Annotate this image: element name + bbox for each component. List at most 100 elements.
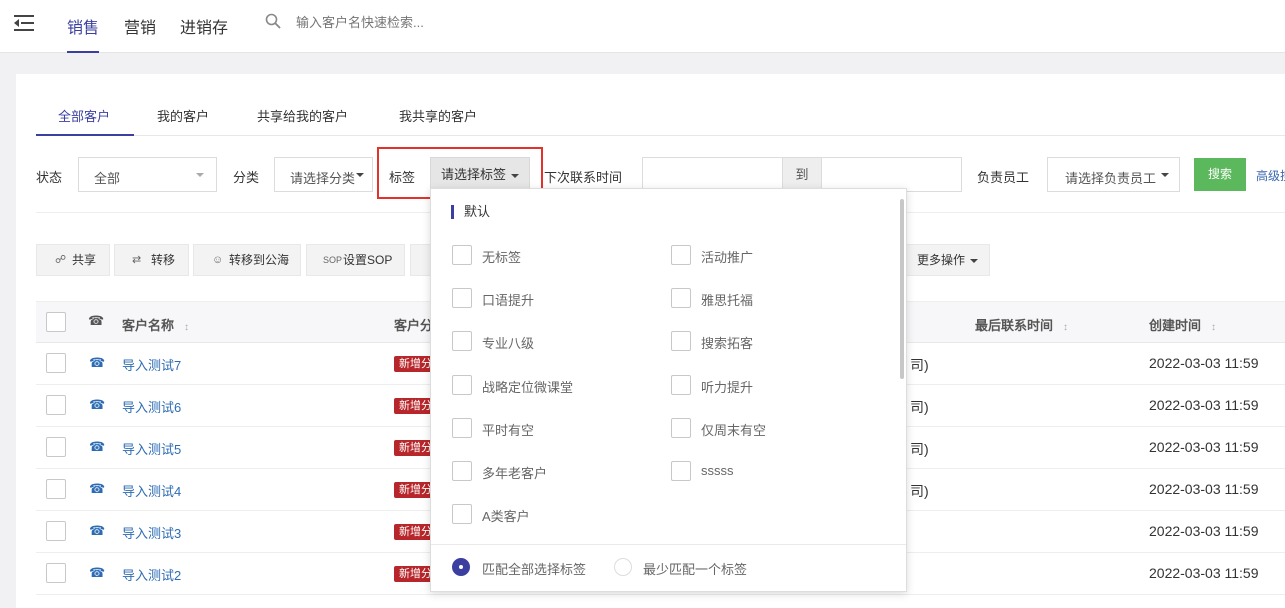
category-value: 请选择分类 <box>290 171 356 186</box>
phone-icon[interactable]: ☎ <box>89 439 105 455</box>
share-icon: ☍ <box>55 254 67 266</box>
tab-shared-by-me[interactable]: 我共享的客户 <box>399 106 477 125</box>
created-time: 2022-03-03 11:59 <box>1149 439 1259 455</box>
next-contact-label: 下次联系时间 <box>544 170 623 185</box>
phone-icon[interactable]: ☎ <box>89 565 105 581</box>
tag-checkbox[interactable] <box>452 331 472 351</box>
tab-my-customers[interactable]: 我的客户 <box>157 106 209 125</box>
nav-tab-inventory[interactable]: 进销存 <box>180 14 228 53</box>
tag-option-label: sssss <box>701 463 734 478</box>
phone-icon[interactable]: ☎ <box>89 397 105 413</box>
column-last-contact[interactable]: 最后联系时间 ↕ <box>975 315 1068 334</box>
column-customer-name-label: 客户名称 <box>122 318 175 333</box>
match-all-label: 匹配全部选择标签 <box>482 562 587 577</box>
collapse-menu-icon[interactable] <box>14 15 34 33</box>
share-button[interactable]: ☍ 共享 <box>36 244 110 276</box>
category-select[interactable]: 请选择分类 <box>274 157 373 192</box>
tag-option-label: 平时有空 <box>482 423 535 438</box>
tag-checkbox[interactable] <box>671 245 691 265</box>
tab-all-customers[interactable]: 全部客户 <box>58 106 110 125</box>
customer-name-link[interactable]: 导入测试6 <box>122 397 181 416</box>
tag-checkbox[interactable] <box>671 418 691 438</box>
move-to-public-button[interactable]: ☺ 转移到公海 <box>193 244 301 276</box>
tag-option-label: A类客户 <box>482 509 530 524</box>
created-time: 2022-03-03 11:59 <box>1149 565 1259 581</box>
next-contact-start-input[interactable] <box>642 157 783 192</box>
match-all-radio[interactable] <box>452 558 470 576</box>
sort-icon[interactable]: ↕ <box>1211 322 1216 333</box>
tag-checkbox[interactable] <box>452 418 472 438</box>
row-checkbox[interactable] <box>46 353 66 373</box>
transfer-button[interactable]: ⇄ 转移 <box>114 244 189 276</box>
tag-checkbox[interactable] <box>671 288 691 308</box>
tag-checkbox[interactable] <box>452 504 472 524</box>
nav-tab-marketing[interactable]: 营销 <box>124 14 156 53</box>
tag-group-title: 默认 <box>451 205 490 219</box>
match-one-radio[interactable] <box>614 558 632 576</box>
owner-value: 请选择负责员工 <box>1065 171 1157 186</box>
select-all-checkbox[interactable] <box>46 312 66 332</box>
tag-checkbox[interactable] <box>452 288 472 308</box>
active-tab-indicator <box>36 134 134 136</box>
owner-select[interactable]: 请选择负责员工 <box>1047 157 1180 192</box>
row-checkbox[interactable] <box>46 521 66 541</box>
column-created-time[interactable]: 创建时间 ↕ <box>1149 315 1216 334</box>
date-range-to-label: 到 <box>782 157 822 192</box>
dropdown-scrollbar[interactable] <box>900 199 904 379</box>
tag-checkbox[interactable] <box>452 375 472 395</box>
share-label: 共享 <box>72 253 97 267</box>
phone-icon[interactable]: ☎ <box>89 481 105 497</box>
advanced-search-link[interactable]: 高级搜索 <box>1256 167 1285 184</box>
tag-checkbox[interactable] <box>671 461 691 481</box>
phone-icon: ☎ <box>88 313 105 328</box>
transfer-label: 转移 <box>151 253 176 267</box>
row-checkbox[interactable] <box>46 563 66 583</box>
nav-tab-sales[interactable]: 销售 <box>67 14 100 53</box>
phone-icon[interactable]: ☎ <box>89 355 105 371</box>
sort-icon[interactable]: ↕ <box>1063 322 1068 333</box>
tag-checkbox[interactable] <box>671 375 691 395</box>
customer-search-input[interactable] <box>296 15 596 30</box>
tag-option-label: 听力提升 <box>701 380 754 395</box>
category-label: 分类 <box>233 170 260 185</box>
category-badge: 新增分类 <box>394 398 432 414</box>
tab-shared-to-me[interactable]: 共享给我的客户 <box>257 106 348 125</box>
customer-name-link[interactable]: 导入测试2 <box>122 565 181 584</box>
tag-checkbox[interactable] <box>452 461 472 481</box>
status-value: 全部 <box>94 171 121 186</box>
customer-name-link[interactable]: 导入测试5 <box>122 439 181 458</box>
category-badge: 新增分类 <box>394 440 432 456</box>
phone-icon[interactable]: ☎ <box>89 523 105 539</box>
tab-divider <box>36 135 1285 136</box>
customer-name-link[interactable]: 导入测试3 <box>122 523 181 542</box>
tag-option-label: 雅思托福 <box>701 293 754 308</box>
top-bar: 销售 营销 进销存 <box>0 0 1285 53</box>
row-checkbox[interactable] <box>46 395 66 415</box>
status-select[interactable]: 全部 <box>78 157 217 192</box>
tag-option-label: 无标签 <box>482 250 522 265</box>
search-icon[interactable] <box>265 13 281 29</box>
customer-name-link[interactable]: 导入测试4 <box>122 481 181 500</box>
move-to-public-label: 转移到公海 <box>229 253 290 267</box>
tag-option-label: 专业八级 <box>482 336 535 351</box>
dropdown-divider <box>431 544 906 545</box>
created-time: 2022-03-03 11:59 <box>1149 355 1259 371</box>
column-customer-category[interactable]: 客户分 <box>394 315 433 334</box>
row-checkbox[interactable] <box>46 437 66 457</box>
next-contact-end-input[interactable] <box>821 157 962 192</box>
tag-dropdown: 默认 无标签 口语提升 专业八级 战略定位微课堂 平时有空 多年老客户 A类客户… <box>430 188 907 592</box>
tag-checkbox[interactable] <box>452 245 472 265</box>
row-checkbox[interactable] <box>46 479 66 499</box>
more-actions-button[interactable]: 更多操作 <box>905 244 990 276</box>
category-badge: 新增分类 <box>394 482 432 498</box>
column-customer-name[interactable]: 客户名称 ↕ <box>122 315 189 334</box>
chevron-down-icon <box>196 173 204 177</box>
category-badge: 新增分类 <box>394 566 432 582</box>
set-sop-button[interactable]: SOP 设置SOP <box>306 244 405 276</box>
search-button[interactable]: 搜索 <box>1194 158 1246 191</box>
tag-checkbox[interactable] <box>671 331 691 351</box>
tag-option-label: 仅周末有空 <box>701 423 767 438</box>
created-time: 2022-03-03 11:59 <box>1149 397 1259 413</box>
customer-name-link[interactable]: 导入测试7 <box>122 355 181 374</box>
sort-icon[interactable]: ↕ <box>184 322 189 333</box>
